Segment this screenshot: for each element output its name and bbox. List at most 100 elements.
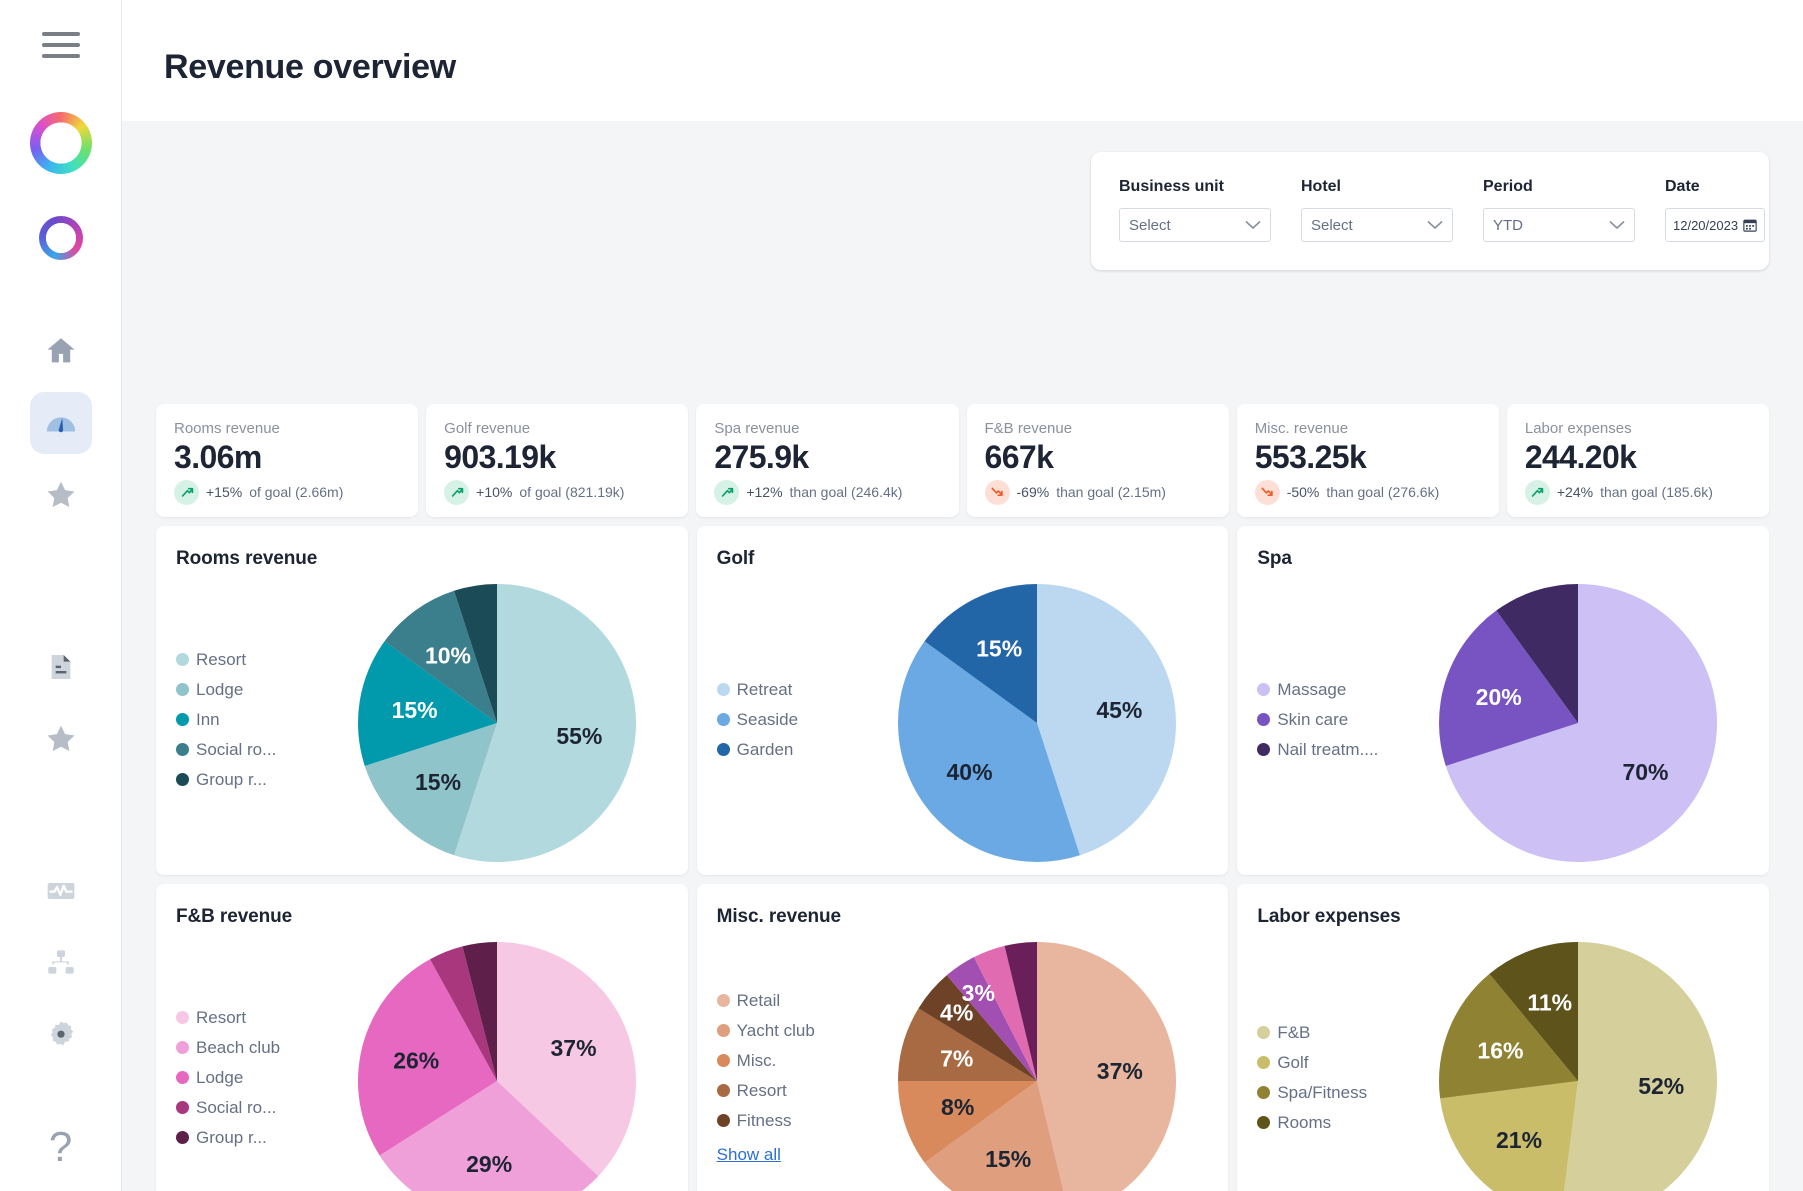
legend-label: Rooms [1277,1112,1332,1132]
kpi-card[interactable]: F&B revenue 667k -69% than goal (2.15m) [966,404,1229,517]
org-chart-icon [45,947,77,979]
kpi-goal: of goal (2.66m) [249,484,344,501]
chart-body: Massage Skin care Nail treatm.... 70% 20% [1257,570,1749,875]
chart-body: Retail Yacht club Misc. Resort Fitness Show a… [716,928,1209,1191]
slice-label: 70% [1623,759,1669,785]
legend-item[interactable]: Inn [176,710,326,730]
legend-item[interactable]: Resort [716,1081,867,1101]
legend-color-dot [176,773,189,786]
kpi-footer: -69% than goal (2.15m) [984,479,1211,505]
legend-color-dot [716,1024,730,1037]
legend-item[interactable]: Retail [716,990,867,1011]
kpi-card[interactable]: Spa revenue 275.9k +12% than goal (246.4k) [696,404,959,517]
chart-body: Resort Beach club Lodge Social ro... Group r… [176,928,668,1191]
legend-item[interactable]: Fitness [716,1110,867,1131]
legend-item[interactable]: Spa/Fitness [1257,1083,1407,1103]
legend-item[interactable]: Beach club [176,1038,326,1058]
legend-label: Golf [1277,1052,1309,1072]
filter-period: Period YTD [1483,178,1635,242]
filter-label: Period [1483,178,1533,195]
legend-item[interactable]: Resort [176,650,326,670]
star-icon [44,478,78,512]
sidebar-item-monitoring[interactable] [30,860,92,922]
legend-color-dot [716,1114,730,1127]
legend-item[interactable]: Retreat [716,679,867,700]
hotel-select[interactable]: Select [1301,208,1453,242]
hamburger-menu-icon[interactable] [41,32,80,58]
gradient-ring-logo[interactable] [38,216,83,260]
legend-item[interactable]: F&B [1257,1023,1407,1043]
legend-label: Social ro... [196,1097,277,1117]
sidebar-item-hierarchy[interactable] [30,932,92,994]
kpi-card[interactable]: Golf revenue 903.19k +10% of goal (821.19k) [426,404,689,517]
sidebar-item-settings[interactable] [30,1004,92,1066]
legend-color-dot [1257,683,1271,696]
legend-label: Retreat [736,679,793,699]
kpi-card[interactable]: Rooms revenue 3.06m +15% of goal (2.66m) [156,404,419,517]
legend-item[interactable]: Seaside [716,710,867,730]
legend-item[interactable]: Massage [1257,680,1407,700]
legend-color-dot [1257,1086,1271,1099]
slice-label: 15% [977,635,1023,661]
sidebar-item-reports[interactable] [30,636,92,698]
legend-label: Retail [736,990,781,1010]
chart-title: Golf [716,548,755,569]
legend-color-dot [176,713,189,726]
kpi-goal: than goal (185.6k) [1600,484,1713,501]
legend-color-dot [716,1054,730,1067]
home-icon [44,334,78,368]
business-unit-select[interactable]: Select [1119,208,1271,242]
sidebar-item-home[interactable] [30,320,92,382]
legend-color-dot [716,683,730,696]
kpi-title: Spa revenue [714,420,800,437]
legend-item[interactable]: Lodge [176,1068,326,1088]
chart-grid: Rooms revenue Resort Lodge Inn Social ro... G… [156,526,1769,1191]
trend-up-icon [714,479,740,505]
legend-item[interactable]: Garden [716,740,867,760]
kpi-card[interactable]: Labor expenses 244.20k +24% than goal (185.… [1506,404,1770,517]
legend-color-dot [176,1041,189,1054]
sidebar-item-starred[interactable] [30,708,92,770]
legend-item[interactable]: Social ro... [176,1098,326,1118]
show-all-link[interactable]: Show all [717,1145,867,1165]
sidebar-item-favorites[interactable] [30,464,92,526]
pie-svg: 52% 21% 16%11% [1439,941,1718,1191]
chart-title: Rooms revenue [176,548,318,569]
kpi-card[interactable]: Misc. revenue 553.25k -50% than goal (276.6… [1236,404,1499,517]
app-root: ? Revenue overview Business unit Select [0,0,1803,1191]
slice-label: 26% [393,1047,439,1073]
legend-item[interactable]: Yacht club [716,1020,867,1041]
legend-item[interactable]: Social ro... [176,740,326,760]
trend-up-icon [1524,479,1550,505]
question-mark-icon[interactable]: ? [49,1126,72,1168]
legend-item[interactable]: Nail treatm.... [1257,740,1407,760]
legend-item[interactable]: Golf [1257,1053,1407,1073]
kpi-value: 903.19k [444,439,556,475]
kpi-delta: -50% [1286,484,1320,501]
legend-item[interactable]: Lodge [176,680,326,700]
legend-item[interactable]: Resort [176,1008,326,1028]
rainbow-ring-logo[interactable] [29,112,92,174]
period-select[interactable]: YTD [1483,208,1635,242]
pie-slice[interactable] [1561,941,1718,1191]
slice-label: 11% [1528,989,1573,1015]
kpi-footer: +10% of goal (821.19k) [444,479,670,505]
slice-label: 52% [1638,1073,1684,1099]
legend-label: Lodge [196,1067,244,1087]
chevron-down-icon [1245,221,1261,229]
legend-label: Inn [196,709,220,729]
legend-item[interactable]: Group r... [176,770,326,790]
legend-label: Yacht club [736,1020,815,1040]
date-input[interactable]: 12/20/2023 [1665,208,1765,242]
document-icon [45,651,77,683]
legend-item[interactable]: Rooms [1257,1113,1407,1133]
filter-label: Hotel [1301,178,1341,195]
legend-item[interactable]: Skin care [1257,710,1407,730]
sidebar-item-dashboard[interactable] [29,392,92,454]
legend-item[interactable]: Misc. [716,1051,867,1071]
legend-item[interactable]: Group r... [176,1128,326,1148]
chart-legend: Retreat Seaside Garden [716,679,867,766]
legend-label: Fitness [736,1110,792,1130]
main-area: Revenue overview Business unit Select Ho… [122,0,1803,1191]
legend-color-dot [176,1011,189,1024]
